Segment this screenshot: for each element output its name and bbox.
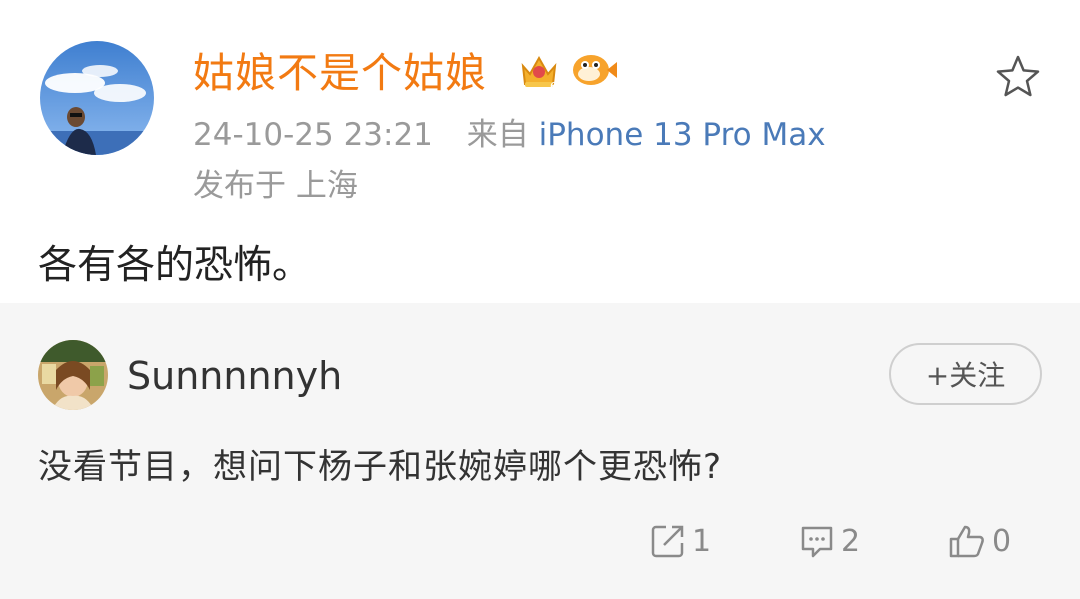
share-action[interactable]: 1 <box>650 519 711 563</box>
post-author-avatar[interactable] <box>40 41 154 155</box>
post-timestamp: 24-10-25 23:21 <box>193 117 433 153</box>
quoted-repost[interactable]: Sunnnnnyh +关注 没看节目，想问下杨子和张婉婷哪个更恐怖? 1 2 0 <box>0 303 1080 599</box>
pufferfish-badge-icon[interactable] <box>569 48 619 92</box>
follow-button[interactable]: +关注 <box>889 343 1042 405</box>
thumbs-up-icon <box>949 525 984 558</box>
post-meta: 24-10-25 23:21 来自 iPhone 13 Pro Max <box>193 113 826 157</box>
source-prefix: 来自 <box>466 117 529 153</box>
like-count: 0 <box>992 523 1012 559</box>
post-content: 各有各的恐怖。 <box>38 243 312 288</box>
post-location: 发布于 上海 <box>193 168 358 204</box>
comment-count: 2 <box>841 523 861 559</box>
repost-content: 没看节目，想问下杨子和张婉婷哪个更恐怖? <box>38 447 723 487</box>
svg-text:6: 6 <box>550 80 557 92</box>
post-author-name[interactable]: 姑娘不是个姑娘 <box>193 45 487 101</box>
comment-icon <box>801 526 833 558</box>
original-post: 姑娘不是个姑娘 6 24-10-25 23:21 来自 iPhone 13 Pr… <box>0 0 1080 303</box>
share-icon <box>651 525 684 558</box>
share-count: 1 <box>692 523 712 559</box>
favorite-star-icon[interactable] <box>994 53 1042 101</box>
source-device[interactable]: iPhone 13 Pro Max <box>539 117 826 153</box>
crown-badge-icon[interactable]: 6 <box>517 48 561 92</box>
like-action[interactable]: 0 <box>948 519 1011 563</box>
user-badges: 6 <box>517 48 619 92</box>
repost-author-name[interactable]: Sunnnnnyh <box>127 352 342 400</box>
repost-author-avatar[interactable] <box>38 340 108 410</box>
comment-action[interactable]: 2 <box>799 519 860 563</box>
